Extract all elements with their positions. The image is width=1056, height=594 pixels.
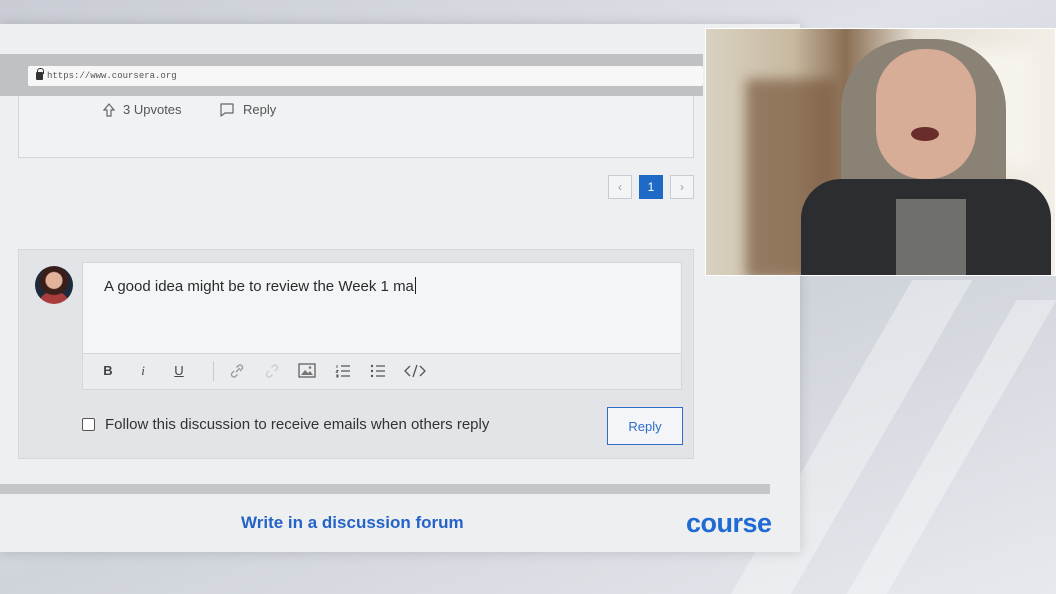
video-caption: Write in a discussion forum <box>241 513 464 532</box>
image-icon <box>298 363 316 378</box>
code-icon <box>404 364 426 378</box>
url-text: https://www.coursera.org <box>47 71 177 81</box>
bulleted-list-button[interactable] <box>369 364 387 381</box>
submit-reply-button[interactable]: Reply <box>607 407 683 445</box>
presenter-shirt <box>896 199 966 275</box>
presenter-face <box>876 49 976 179</box>
follow-label: Follow this discussion to receive emails… <box>105 416 490 433</box>
address-bar[interactable]: https://www.coursera.org <box>28 66 703 86</box>
numbered-list-icon <box>335 365 350 378</box>
code-button[interactable] <box>404 364 426 381</box>
speech-bubble-icon <box>220 102 234 117</box>
upvote-arrow-icon <box>103 102 115 117</box>
toolbar-divider <box>213 361 214 381</box>
pagination-page[interactable]: 1 <box>639 175 663 199</box>
page-number: 1 <box>647 180 655 194</box>
divider <box>0 484 770 494</box>
post-reply-label: Reply <box>243 102 277 117</box>
follow-discussion[interactable]: Follow this discussion to receive emails… <box>82 416 489 433</box>
bulleted-list-icon <box>370 364 385 378</box>
link-icon <box>230 364 244 378</box>
upvote-count: 3 Upvotes <box>123 102 182 117</box>
italic-button[interactable]: i <box>134 363 152 379</box>
lock-icon <box>36 68 44 80</box>
unlink-icon <box>265 364 279 378</box>
follow-checkbox[interactable] <box>82 418 95 431</box>
avatar <box>35 266 73 304</box>
underline-button[interactable]: U <box>170 363 188 378</box>
chevron-left-icon: ‹ <box>618 180 622 194</box>
pagination-next[interactable]: › <box>670 175 694 199</box>
reply-composer: A good idea might be to review the Week … <box>18 249 694 459</box>
unlink-button[interactable] <box>263 363 281 382</box>
numbered-list-button[interactable] <box>334 364 352 381</box>
text-caret <box>414 277 416 294</box>
presenter-video <box>705 28 1056 276</box>
previous-post: 3 Upvotes Reply <box>18 96 694 158</box>
browser-toolbar: https://www.coursera.org <box>0 54 703 96</box>
link-button[interactable] <box>228 363 246 382</box>
image-button[interactable] <box>298 363 316 381</box>
brand-logo: course <box>686 508 772 538</box>
editor-text: A good idea might be to review the Week … <box>104 278 414 295</box>
browser-window: https://www.coursera.org 3 Upvotes Reply… <box>0 24 800 552</box>
reply-editor[interactable]: A good idea might be to review the Week … <box>82 262 682 390</box>
bold-button[interactable]: B <box>99 363 117 378</box>
upvote-button[interactable]: 3 Upvotes <box>103 102 182 117</box>
pagination-prev[interactable]: ‹ <box>608 175 632 199</box>
presenter-mouth <box>911 127 939 141</box>
editor-content[interactable]: A good idea might be to review the Week … <box>104 277 416 295</box>
chevron-right-icon: › <box>680 180 684 194</box>
post-reply-button[interactable]: Reply <box>219 102 276 117</box>
formatting-toolbar: B i U <box>83 353 681 389</box>
